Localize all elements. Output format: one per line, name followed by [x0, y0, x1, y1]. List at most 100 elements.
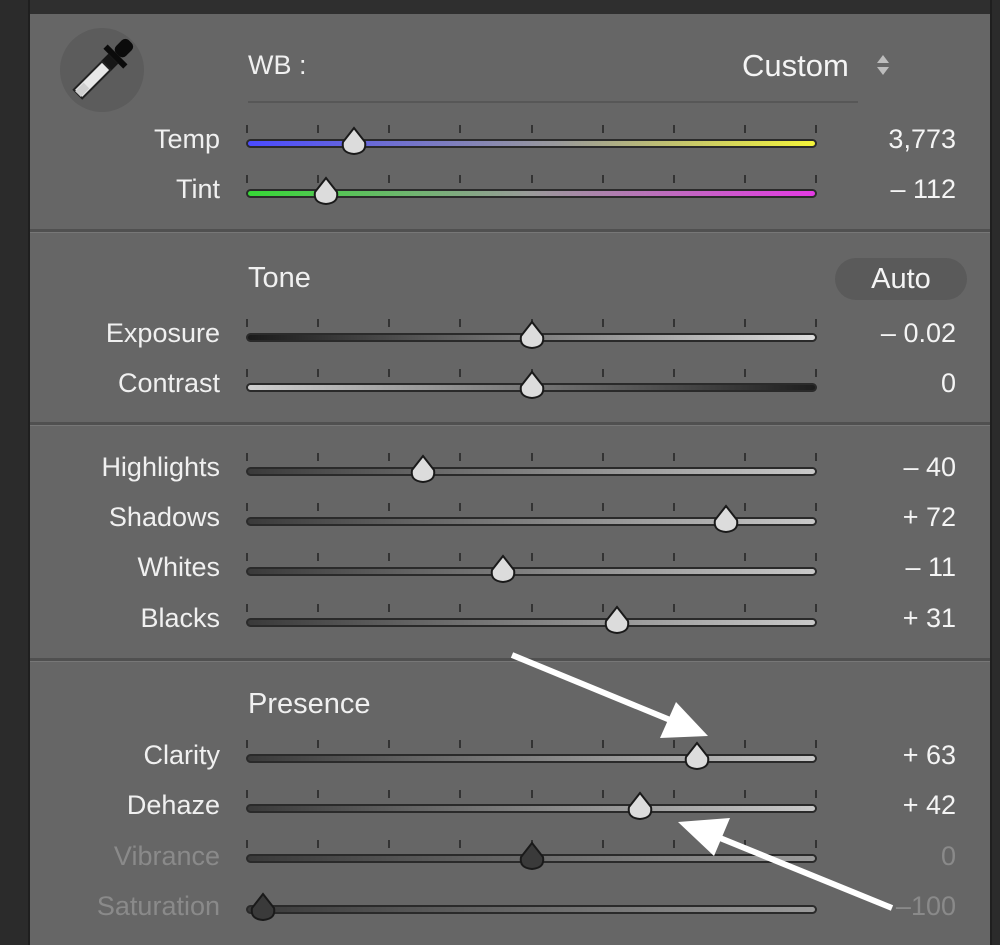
slider-tick — [388, 175, 391, 183]
slider-value-temp[interactable]: 3,773 — [816, 124, 956, 155]
slider-label-whites: Whites — [137, 552, 220, 582]
slider-value-exposure[interactable]: – 0.02 — [816, 318, 956, 349]
slider-tick — [317, 604, 320, 612]
slider-tick — [815, 125, 817, 133]
slider-tick — [388, 840, 391, 848]
slider-tick — [743, 740, 746, 748]
slider-tick — [388, 604, 391, 612]
slider-track-temp[interactable] — [246, 139, 817, 148]
slider-tick — [672, 604, 675, 612]
slider-tick — [672, 369, 675, 377]
slider-thumb-contrast[interactable] — [516, 370, 548, 400]
slider-thumb-shadows[interactable] — [710, 504, 742, 534]
slider-tick — [246, 369, 248, 377]
slider-tick — [601, 840, 604, 848]
slider-ticks-dehaze — [246, 790, 817, 798]
slider-thumb-highlights[interactable] — [407, 454, 439, 484]
slider-tick — [317, 790, 320, 798]
slider-label-dehaze: Dehaze — [126, 790, 220, 820]
slider-thumb-blacks[interactable] — [601, 605, 633, 635]
slider-tick — [601, 503, 604, 511]
slider-tick — [317, 125, 320, 133]
slider-tick — [388, 790, 391, 798]
slider-tick — [530, 604, 533, 612]
wb-label: WB : — [248, 50, 307, 80]
slider-tick — [743, 125, 746, 133]
slider-value-contrast[interactable]: 0 — [816, 368, 956, 399]
slider-track-clarity[interactable] — [246, 754, 817, 763]
presence-title: Presence — [248, 688, 371, 720]
slider-tick — [743, 319, 746, 327]
slider-tick — [672, 790, 675, 798]
slider-tick — [317, 740, 320, 748]
slider-tick — [317, 553, 320, 561]
slider-tick — [672, 503, 675, 511]
slider-value-highlights[interactable]: – 40 — [816, 452, 956, 483]
slider-tick — [743, 790, 746, 798]
slider-thumb-vibrance[interactable] — [516, 841, 548, 871]
slider-track-whites[interactable] — [246, 567, 817, 576]
white-balance-selector-icon[interactable] — [60, 28, 144, 112]
slider-value-clarity[interactable]: + 63 — [816, 740, 956, 771]
slider-label-saturation: Saturation — [96, 891, 220, 921]
tone-title: Tone — [248, 262, 311, 294]
develop-panel: WB : Custom Temp 3,773 Tint – 112 Tone A… — [28, 0, 992, 945]
slider-track-blacks[interactable] — [246, 618, 817, 627]
up-down-arrow-icon[interactable] — [876, 52, 890, 78]
slider-tick — [815, 319, 817, 327]
slider-tick — [459, 369, 462, 377]
slider-tick — [388, 453, 391, 461]
slider-label-temp: Temp — [153, 124, 220, 154]
slider-tick — [459, 740, 462, 748]
auto-tone-button[interactable]: Auto — [835, 258, 967, 300]
slider-tick — [317, 319, 320, 327]
slider-tick — [459, 453, 462, 461]
slider-tick — [815, 604, 817, 612]
slider-value-shadows[interactable]: + 72 — [816, 502, 956, 533]
slider-tick — [246, 503, 248, 511]
slider-thumb-tint[interactable] — [310, 176, 342, 206]
slider-tick — [388, 503, 391, 511]
slider-label-tint: Tint — [175, 174, 220, 204]
slider-thumb-whites[interactable] — [487, 554, 519, 584]
slider-tick — [743, 175, 746, 183]
slider-thumb-exposure[interactable] — [516, 320, 548, 350]
wb-underline — [248, 101, 858, 103]
annotation-arrow-icon — [678, 818, 894, 911]
slider-tick — [459, 319, 462, 327]
slider-tick — [459, 553, 462, 561]
slider-tick — [672, 553, 675, 561]
slider-tick — [530, 553, 533, 561]
slider-tick — [530, 790, 533, 798]
slider-tick — [815, 790, 817, 798]
slider-tick — [601, 369, 604, 377]
slider-value-blacks[interactable]: + 31 — [816, 603, 956, 634]
slider-tick — [815, 503, 817, 511]
slider-track-highlights[interactable] — [246, 467, 817, 476]
slider-tick — [601, 175, 604, 183]
slider-tick — [459, 175, 462, 183]
slider-tick — [530, 125, 533, 133]
slider-tick — [672, 175, 675, 183]
annotation-arrow-icon — [510, 652, 708, 738]
slider-value-whites[interactable]: – 11 — [816, 552, 956, 583]
slider-tick — [317, 369, 320, 377]
slider-tick — [388, 553, 391, 561]
slider-tick — [601, 453, 604, 461]
slider-tick — [459, 503, 462, 511]
slider-thumb-temp[interactable] — [338, 126, 370, 156]
slider-tick — [601, 790, 604, 798]
slider-tick — [459, 604, 462, 612]
slider-value-tint[interactable]: – 112 — [816, 174, 956, 205]
wb-preset-select[interactable]: Custom — [742, 48, 849, 84]
slider-tick — [246, 175, 248, 183]
slider-thumb-saturation[interactable] — [247, 892, 279, 922]
slider-tick — [815, 453, 817, 461]
slider-tick — [743, 604, 746, 612]
slider-label-contrast: Contrast — [117, 368, 220, 398]
slider-thumb-dehaze[interactable] — [624, 791, 656, 821]
slider-tick — [672, 453, 675, 461]
slider-tick — [317, 503, 320, 511]
slider-tick — [530, 503, 533, 511]
slider-tick — [246, 604, 248, 612]
